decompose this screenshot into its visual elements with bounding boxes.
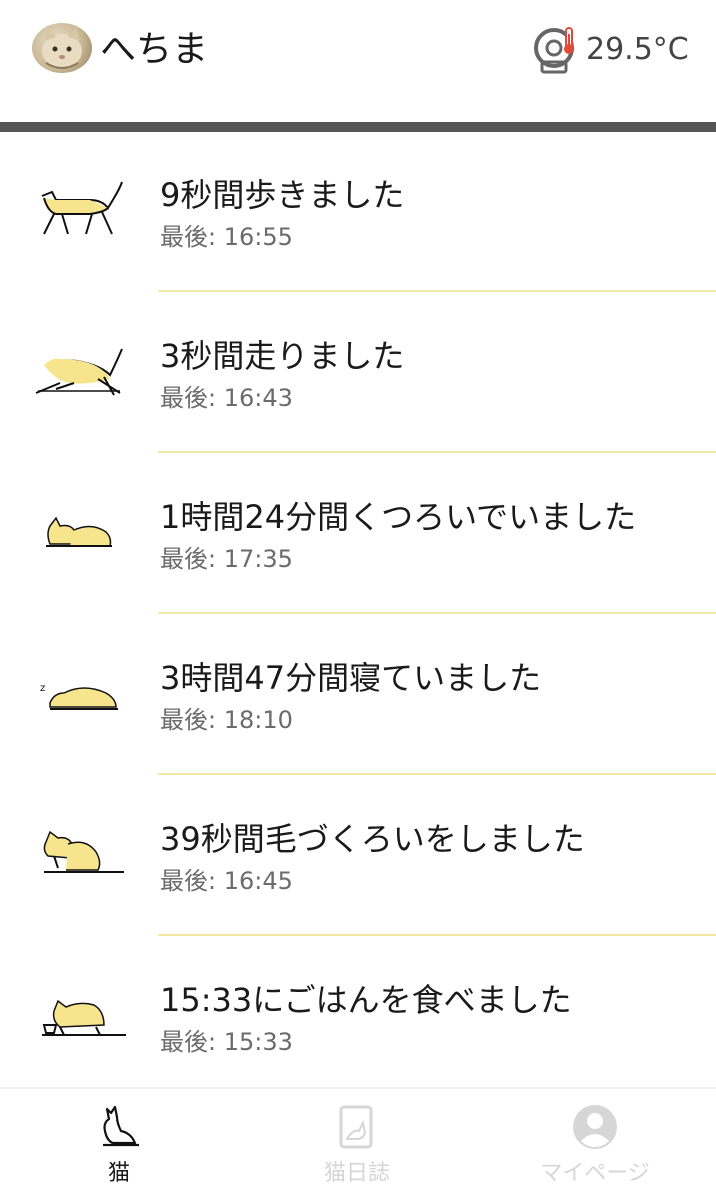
activity-title: 39秒間毛づくろいをしました: [160, 820, 585, 858]
list-divider: [158, 934, 716, 936]
nav-label-mypage: マイページ: [540, 1161, 650, 1186]
activity-item-sleep[interactable]: z 3時間47分間寝ていました 最後: 18:10: [0, 615, 716, 776]
cat-name[interactable]: へちま: [100, 26, 208, 74]
activity-last-time: 最後: 16:45: [160, 867, 293, 895]
diary-icon: [333, 1103, 381, 1151]
list-divider: [158, 290, 716, 292]
activity-last-time: 最後: 18:10: [160, 706, 293, 734]
nav-mypage[interactable]: マイページ: [476, 1089, 714, 1202]
nav-diary[interactable]: 猫日誌: [238, 1089, 476, 1202]
activity-item-walk[interactable]: 9秒間歩きました 最後: 16:55: [0, 132, 716, 293]
activity-title: 3時間47分間寝ていました: [160, 659, 542, 697]
activity-title: 1時間24分間くつろいでいました: [160, 498, 637, 536]
activity-item-eat[interactable]: 15:33にごはんを食べました 最後: 15:33: [0, 937, 716, 1098]
activity-title: 9秒間歩きました: [160, 176, 405, 214]
cat-avatar[interactable]: [32, 23, 92, 73]
activity-item-groom[interactable]: 39秒間毛づくろいをしました 最後: 16:45: [0, 776, 716, 937]
cat-grooming-icon: [30, 822, 126, 886]
activity-title: 3秒間走りました: [160, 337, 405, 375]
cat-walking-icon: [30, 178, 126, 242]
profile-icon: [571, 1103, 619, 1151]
svg-text:z: z: [40, 683, 45, 694]
activity-last-time: 最後: 16:43: [160, 384, 293, 412]
cat-eating-icon: [30, 983, 128, 1047]
list-divider: [158, 773, 716, 775]
nav-label-diary: 猫日誌: [323, 1161, 390, 1186]
nav-cat[interactable]: 猫: [0, 1089, 238, 1202]
list-divider: [158, 612, 716, 614]
temperature-reading: 29.5°C: [586, 32, 689, 67]
activity-last-time: 最後: 15:33: [160, 1028, 293, 1056]
cat-relaxing-icon: [30, 504, 126, 568]
activity-last-time: 最後: 17:35: [160, 545, 293, 573]
list-divider: [158, 451, 716, 453]
cat-sleeping-icon: z: [30, 667, 126, 731]
activity-item-relax[interactable]: 1時間24分間くつろいでいました 最後: 17:35: [0, 454, 716, 615]
nav-label-cat: 猫: [107, 1161, 130, 1186]
bottom-nav: 猫 猫日誌 マイページ: [0, 1087, 716, 1200]
activity-list: 9秒間歩きました 最後: 16:55 3秒間走りました 最後: 16:43 1時…: [0, 132, 716, 1087]
activity-last-time: 最後: 16:55: [160, 223, 293, 251]
app-header: へちま 29.5°C: [0, 0, 716, 122]
cat-icon: [95, 1103, 143, 1151]
thermometer-device-icon[interactable]: [530, 24, 582, 76]
header-divider: [0, 122, 716, 132]
activity-title: 15:33にごはんを食べました: [160, 981, 572, 1019]
activity-item-run[interactable]: 3秒間走りました 最後: 16:43: [0, 293, 716, 454]
cat-running-icon: [30, 341, 126, 405]
